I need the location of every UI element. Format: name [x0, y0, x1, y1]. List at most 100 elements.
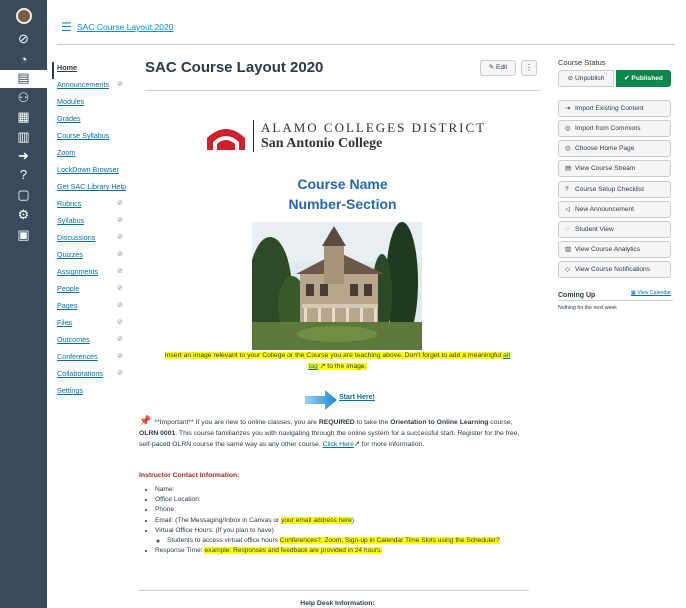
coming-up: Coming Up ▦ View Calendar Nothing for th…: [558, 290, 673, 311]
course-nav-home[interactable]: Home: [52, 62, 137, 79]
course-nav-label: Course Syllabus: [57, 131, 110, 140]
course-nav-files[interactable]: Files ⊘: [57, 317, 137, 334]
insert-image-note: Insert an image relevant to your College…: [145, 350, 530, 372]
important-text-5: for more information.: [359, 441, 425, 448]
unpublish-icon: ⊘: [567, 75, 574, 82]
inbox-icon[interactable]: ▥: [15, 130, 33, 146]
groups-icon[interactable]: ⚇: [15, 91, 33, 107]
import-icon: ⇥: [565, 105, 571, 112]
contact-email-close: ): [351, 516, 355, 524]
published-label: Published: [631, 75, 663, 82]
click-here-link[interactable]: Click Here: [323, 441, 354, 448]
course-nav-announcements[interactable]: Announcements ⊘: [57, 79, 137, 96]
course-nav-label: Assignments: [57, 267, 99, 276]
coming-up-divider: [558, 300, 673, 301]
settings-icon[interactable]: ⚙: [15, 208, 33, 224]
history-icon[interactable]: ▢: [15, 188, 33, 204]
student-view-icon: ◌: [565, 226, 569, 233]
hamburger-menu-icon[interactable]: ☰: [61, 20, 72, 34]
import-from-commons-button[interactable]: ◎ Import from Commons: [558, 120, 671, 137]
hidden-eye-icon: ⊘: [117, 302, 123, 309]
important-text-3: course,: [488, 419, 513, 426]
start-here-label: Start Here!: [339, 394, 375, 401]
unpublish-label: Unpublish: [575, 75, 605, 82]
course-nav-lockdown-browser[interactable]: LockDown Browser: [57, 164, 137, 181]
commons-icon[interactable]: ➜: [15, 149, 33, 165]
course-nav-label: Modules: [57, 97, 85, 106]
hidden-eye-icon: ⊘: [117, 234, 123, 241]
course-nav-course-syllabus[interactable]: Course Syllabus: [57, 130, 137, 147]
course-nav-conferences[interactable]: Conferences ⊘: [57, 351, 137, 368]
alt-tag-link-2[interactable]: tag: [308, 363, 317, 370]
courses-icon[interactable]: ▤: [15, 71, 33, 87]
hidden-eye-icon: ⊘: [117, 319, 123, 326]
sidebar-button-label: Choose Home Page: [575, 145, 635, 152]
course-nav-label: Settings: [57, 386, 83, 395]
course-nav-label: Discussions: [57, 233, 96, 242]
student-view-button[interactable]: ◌ Student View: [558, 221, 671, 238]
course-nav-assignments[interactable]: Assignments ⊘: [57, 266, 137, 283]
account-avatar[interactable]: [15, 8, 32, 24]
course-nav-people[interactable]: People ⊘: [57, 283, 137, 300]
calendar-icon[interactable]: ▦: [15, 110, 33, 126]
course-nav-discussions[interactable]: Discussions ⊘: [57, 232, 137, 249]
course-nav-grades[interactable]: Grades: [57, 113, 137, 130]
help-icon[interactable]: ?: [15, 168, 33, 184]
view-course-notifications-button[interactable]: ◇ View Course Notifications: [558, 261, 671, 278]
course-nav-outcomes[interactable]: Outcomes ⊘: [57, 334, 137, 351]
sidebar-button-label: New Announcement: [575, 206, 635, 213]
contact-heading: Instructor Contact Information:: [139, 472, 240, 479]
more-options-button[interactable]: ⋮: [521, 60, 537, 76]
dashboard-icon[interactable]: ◔: [15, 53, 33, 69]
course-nav-settings[interactable]: Settings: [57, 385, 137, 402]
course-nav-zoom[interactable]: Zoom: [57, 147, 137, 164]
contact-email: Email: (The Messaging/Inbox in Canvas or…: [155, 516, 529, 526]
course-nav-collaborations[interactable]: Collaborations ⊘: [57, 368, 137, 385]
contact-office: Office Location:: [155, 495, 529, 505]
view-course-analytics-button[interactable]: ▥ View Course Analytics: [558, 241, 671, 258]
new-announcement-button[interactable]: ◁ New Announcement: [558, 201, 671, 218]
sidebar-button-label: Import from Commons: [575, 125, 641, 132]
course-nav-get-sac-library-help[interactable]: Get SAC Library Help: [57, 181, 137, 198]
studio-icon[interactable]: ▣: [15, 228, 33, 244]
contact-email-text: Email: (The Messaging/Inbox in Canvas or: [155, 516, 282, 524]
edit-pencil-icon: ✎: [488, 64, 495, 71]
course-status-label: Course Status: [558, 58, 606, 67]
view-course-stream-button[interactable]: ▤ View Course Stream: [558, 160, 671, 177]
import-existing-content-button[interactable]: ⇥ Import Existing Content: [558, 100, 671, 117]
sidebar-button-label: View Course Notifications: [575, 266, 651, 273]
page-title: SAC Course Layout 2020: [145, 59, 324, 76]
course-nav-pages[interactable]: Pages ⊘: [57, 300, 137, 317]
college-logo: ALAMO COLLEGES DISTRICT San Antonio Coll…: [207, 116, 497, 156]
important-text-1: **Important** If you are new to online c…: [154, 419, 319, 426]
course-nav-syllabus[interactable]: Syllabus ⊘: [57, 215, 137, 232]
admin-icon[interactable]: ⊘: [15, 32, 33, 48]
course-nav-label: LockDown Browser: [57, 165, 119, 174]
hidden-eye-icon: ⊘: [117, 336, 123, 343]
course-nav-quizzes[interactable]: Quizzes ⊘: [57, 249, 137, 266]
published-button[interactable]: ✔ Published: [616, 70, 671, 87]
view-calendar-link[interactable]: ▦ View Calendar: [631, 290, 671, 296]
insert-text-1: Insert an image relevant to your College…: [164, 352, 504, 359]
edit-button[interactable]: ✎ Edit: [480, 60, 516, 76]
sidebar-button-label: View Course Analytics: [575, 246, 641, 253]
course-nav-rubrics[interactable]: Rubrics ⊘: [57, 198, 137, 215]
help-desk-heading: Help Desk Information:: [300, 600, 375, 607]
unpublish-button[interactable]: ⊘ Unpublish: [558, 70, 614, 87]
choose-home-page-button[interactable]: ◎ Choose Home Page: [558, 140, 671, 157]
sidebar-button-label: View Course Stream: [575, 165, 636, 172]
course-nav-label: Rubrics: [57, 199, 82, 208]
course-nav-label: People: [57, 284, 80, 293]
courses-nav-active[interactable]: ▤: [0, 70, 47, 88]
arrow-right-icon: [305, 390, 337, 410]
course-setup-checklist-button[interactable]: ? Course Setup Checklist: [558, 181, 671, 198]
course-nav-modules[interactable]: Modules: [57, 96, 137, 113]
view-calendar-label: View Calendar: [637, 290, 671, 296]
check-circle-icon: ✔: [624, 75, 630, 82]
important-notice: 📌 **Important** If you are new to online …: [139, 416, 529, 450]
alt-tag-link[interactable]: alt: [503, 352, 510, 359]
course-nav-label: Collaborations: [57, 369, 103, 378]
breadcrumb-course[interactable]: SAC Course Layout 2020: [77, 22, 173, 32]
course-nav-label: Zoom: [57, 148, 76, 157]
start-here-link[interactable]: Start Here!: [305, 390, 405, 410]
